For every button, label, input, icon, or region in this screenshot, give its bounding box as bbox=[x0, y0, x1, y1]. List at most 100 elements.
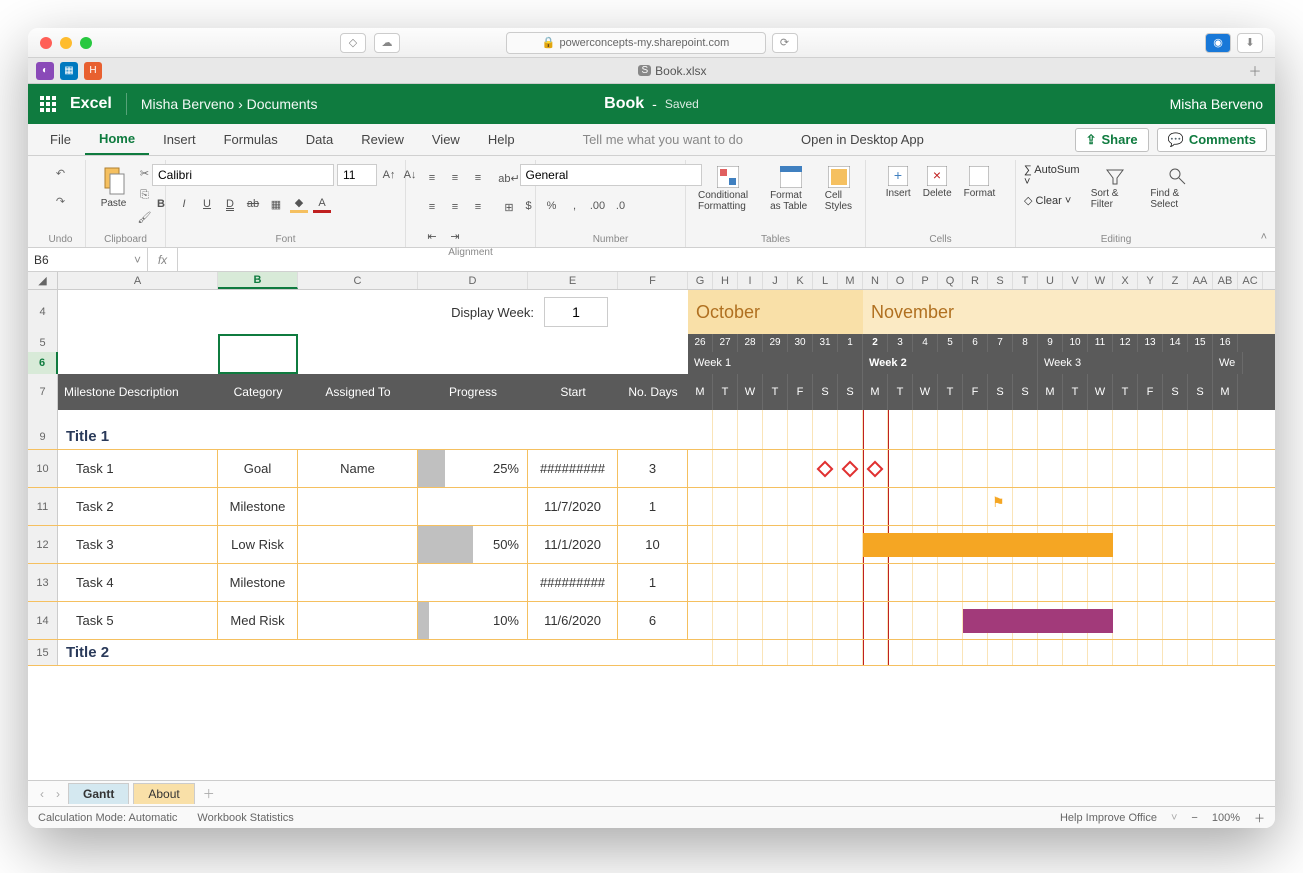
table-row[interactable]: 12 Task 3 Low Risk 50% 11/1/2020 10 bbox=[28, 526, 1275, 564]
tab-file[interactable]: File bbox=[36, 124, 85, 155]
user-name[interactable]: Misha Berveno bbox=[1170, 96, 1263, 112]
new-tab-button[interactable]: ＋ bbox=[1243, 61, 1267, 80]
comma-icon[interactable]: , bbox=[566, 197, 584, 215]
row-5[interactable]: 5 bbox=[28, 334, 58, 352]
merge-icon[interactable]: ⊞ bbox=[500, 198, 518, 216]
grow-font-icon[interactable]: A↑ bbox=[380, 166, 398, 184]
url-bar[interactable]: 🔒powerconcepts-my.sharepoint.com bbox=[506, 32, 766, 54]
currency-icon[interactable]: $ bbox=[520, 197, 538, 215]
breadcrumb[interactable]: Misha Berveno › Documents bbox=[141, 96, 318, 112]
double-underline-button[interactable]: D bbox=[221, 195, 239, 213]
align-right-icon[interactable]: ≡ bbox=[469, 198, 487, 216]
zoom-out-icon[interactable]: − bbox=[1191, 812, 1197, 824]
table-row[interactable]: 13 Task 4 Milestone ######### 1 bbox=[28, 564, 1275, 602]
maximize-icon[interactable] bbox=[80, 37, 92, 49]
row-4[interactable]: 4 bbox=[28, 290, 58, 334]
tab-view[interactable]: View bbox=[418, 124, 474, 155]
col-G[interactable]: G bbox=[688, 272, 713, 289]
tab-formulas[interactable]: Formulas bbox=[210, 124, 292, 155]
insert-cells-button[interactable]: +Insert bbox=[882, 164, 915, 201]
name-box[interactable]: B6˅ bbox=[28, 248, 148, 271]
paste-button[interactable]: Paste bbox=[97, 164, 131, 211]
zoom-in-icon[interactable]: ＋ bbox=[1254, 810, 1265, 826]
percent-icon[interactable]: % bbox=[543, 197, 561, 215]
redo-button[interactable]: ↷ bbox=[51, 192, 71, 210]
align-bot-icon[interactable]: ≡ bbox=[469, 169, 487, 187]
spreadsheet[interactable]: ◢ A B C D E F G H I J K L M N O P Q R S … bbox=[28, 272, 1275, 780]
autosum-button[interactable]: ∑ AutoSum ˅ bbox=[1024, 164, 1083, 188]
tell-me-input[interactable]: Tell me what you want to do bbox=[569, 124, 757, 155]
strike-button[interactable]: ab bbox=[244, 195, 262, 213]
col-E[interactable]: E bbox=[528, 272, 618, 289]
cond-format-button[interactable]: Conditional Formatting bbox=[694, 164, 762, 214]
font-select[interactable] bbox=[152, 164, 334, 186]
col-C[interactable]: C bbox=[298, 272, 418, 289]
share-button[interactable]: ⇪Share bbox=[1075, 128, 1149, 152]
minimize-icon[interactable] bbox=[60, 37, 72, 49]
sheet-tab-gantt[interactable]: Gantt bbox=[68, 783, 129, 804]
sheet-nav-next-icon[interactable]: › bbox=[52, 787, 64, 801]
browser-tab[interactable]: S Book.xlsx bbox=[108, 64, 1237, 78]
app-icon-1[interactable]: ◐ bbox=[36, 62, 54, 80]
align-left-icon[interactable]: ≡ bbox=[423, 198, 441, 216]
font-color-button[interactable]: A bbox=[313, 195, 331, 213]
dec-decimal-icon[interactable]: .0 bbox=[612, 197, 630, 215]
table-row[interactable]: 14 Task 5 Med Risk 10% 11/6/2020 6 bbox=[28, 602, 1275, 640]
selected-cell[interactable] bbox=[218, 334, 298, 374]
formula-input[interactable] bbox=[178, 248, 1275, 271]
select-all-corner[interactable]: ◢ bbox=[28, 272, 58, 289]
tab-insert[interactable]: Insert bbox=[149, 124, 210, 155]
table-row[interactable]: 10 Task 1 Goal Name 25% ######### 3 bbox=[28, 450, 1275, 488]
shield-icon[interactable]: ◉ bbox=[1205, 33, 1231, 53]
col-B[interactable]: B bbox=[218, 272, 298, 289]
indent-inc-icon[interactable]: ⇥ bbox=[446, 227, 464, 245]
find-select-button[interactable]: Find & Select bbox=[1146, 164, 1208, 212]
align-center-icon[interactable]: ≡ bbox=[446, 198, 464, 216]
font-size-select[interactable] bbox=[337, 164, 377, 186]
sheet-tab-about[interactable]: About bbox=[133, 783, 194, 804]
col-A[interactable]: A bbox=[58, 272, 218, 289]
col-F[interactable]: F bbox=[618, 272, 688, 289]
tab-home[interactable]: Home bbox=[85, 124, 149, 155]
align-top-icon[interactable]: ≡ bbox=[423, 169, 441, 187]
clear-button[interactable]: ◇ Clear ˅ bbox=[1024, 194, 1083, 207]
border-button[interactable]: ▦ bbox=[267, 195, 285, 213]
row-7[interactable]: 7 bbox=[28, 374, 58, 410]
format-table-button[interactable]: Format as Table bbox=[766, 164, 817, 214]
cloud-icon[interactable]: ☁ bbox=[374, 33, 400, 53]
undo-button[interactable]: ↶ bbox=[51, 164, 71, 182]
number-format-select[interactable] bbox=[520, 164, 702, 186]
help-improve[interactable]: Help Improve Office bbox=[1060, 812, 1157, 824]
indent-dec-icon[interactable]: ⇤ bbox=[423, 227, 441, 245]
display-week-input[interactable] bbox=[544, 297, 608, 327]
private-icon[interactable]: ◇ bbox=[340, 33, 366, 53]
close-icon[interactable] bbox=[40, 37, 52, 49]
comments-button[interactable]: 💬Comments bbox=[1157, 128, 1267, 152]
tab-help[interactable]: Help bbox=[474, 124, 529, 155]
tab-data[interactable]: Data bbox=[292, 124, 347, 155]
fx-icon[interactable]: fx bbox=[148, 248, 178, 271]
col-D[interactable]: D bbox=[418, 272, 528, 289]
add-sheet-icon[interactable]: ＋ bbox=[199, 785, 219, 802]
app-icon-3[interactable]: H bbox=[84, 62, 102, 80]
wrap-text-icon[interactable]: ab↵ bbox=[500, 169, 518, 187]
delete-cells-button[interactable]: ×Delete bbox=[919, 164, 956, 201]
download-icon[interactable]: ⬇ bbox=[1237, 33, 1263, 53]
tab-review[interactable]: Review bbox=[347, 124, 418, 155]
reload-icon[interactable]: ⟳ bbox=[772, 33, 798, 53]
italic-button[interactable]: I bbox=[175, 195, 193, 213]
fill-color-button[interactable]: ◆ bbox=[290, 195, 308, 213]
inc-decimal-icon[interactable]: .00 bbox=[589, 197, 607, 215]
doc-title[interactable]: Book bbox=[604, 95, 644, 113]
align-mid-icon[interactable]: ≡ bbox=[446, 169, 464, 187]
underline-button[interactable]: U bbox=[198, 195, 216, 213]
cell-styles-button[interactable]: Cell Styles bbox=[821, 164, 857, 214]
row-6[interactable]: 6 bbox=[28, 352, 58, 374]
sheet-nav-prev-icon[interactable]: ‹ bbox=[36, 787, 48, 801]
format-cells-button[interactable]: Format bbox=[960, 164, 1000, 201]
bold-button[interactable]: B bbox=[152, 195, 170, 213]
collapse-ribbon-icon[interactable]: ˄ bbox=[1261, 231, 1267, 243]
open-desktop-link[interactable]: Open in Desktop App bbox=[787, 124, 938, 155]
sort-filter-button[interactable]: Sort & Filter bbox=[1087, 164, 1143, 212]
workbook-stats[interactable]: Workbook Statistics bbox=[197, 812, 293, 824]
